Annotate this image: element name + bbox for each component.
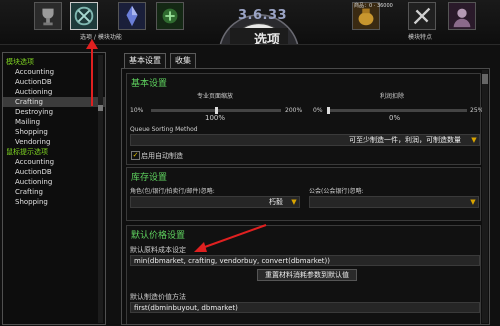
chevron-down-icon[interactable]: ▼	[469, 198, 477, 206]
inventory-settings-section: 库存设置 角色(包/银行/拍卖行/邮件)忽略: 朽毅 ▼ 公会(公会银行)忽略:…	[126, 167, 481, 221]
sidebar-item-crafting[interactable]: Crafting	[3, 97, 105, 107]
profit-value: 0%	[389, 114, 401, 122]
options-module-label: 选项 / 模块功能	[80, 34, 122, 41]
sidebar-item-mailing[interactable]: Mailing	[3, 117, 105, 127]
sidebar-item-auctiondb[interactable]: AuctionDB	[3, 77, 105, 87]
character-ignore-label: 角色(包/银行/拍卖行/邮件)忽略:	[130, 188, 215, 195]
sidebar-item-tooltip-accounting[interactable]: Accounting	[3, 157, 105, 167]
zoom-slider-thumb[interactable]	[214, 107, 218, 114]
profit-deduction-label: 利润扣除	[380, 93, 405, 100]
default-price-title: 默认价格设置	[131, 231, 186, 241]
autocraft-label: 启用自动制造	[141, 152, 183, 160]
guild-ignore-label: 公会(公会银行)忽略:	[309, 188, 364, 195]
profit-min: 0%	[313, 107, 323, 114]
tab-collect[interactable]: 收集	[170, 53, 196, 68]
sidebar-item-shopping[interactable]: Shopping	[3, 127, 105, 137]
portrait-icon[interactable]	[448, 2, 476, 30]
zoom-min: 10%	[130, 107, 144, 114]
craft-value-label: 默认制造价值方法	[130, 293, 186, 301]
queue-sorting-dropdown[interactable]: 可至少制造一件，利润，可制造数量	[130, 134, 480, 146]
material-cost-input[interactable]: min(dbmarket, crafting, vendorbuy, conve…	[130, 255, 480, 266]
material-cost-label: 默认原料成本设定	[130, 246, 186, 254]
basic-settings-section: 基本设置 专业页面缩放 10% 200% 100% 利润扣除 0% 25% 0%…	[126, 73, 483, 165]
sidebar-group-modules[interactable]: 模块选项	[3, 57, 105, 67]
profit-slider[interactable]	[327, 107, 467, 114]
settings-content: 基本设置 专业页面缩放 10% 200% 100% 利润扣除 0% 25% 0%…	[121, 68, 490, 325]
tab-basic-settings[interactable]: 基本设置	[124, 53, 166, 68]
default-price-section: 默认价格设置 默认原料成本设定 min(dbmarket, crafting, …	[126, 225, 481, 324]
sidebar-item-auctioning[interactable]: Auctioning	[3, 87, 105, 97]
queue-sorting-label: Queue Sorting Method	[130, 126, 198, 133]
character-ignore-dropdown[interactable]: 朽毅	[130, 196, 300, 208]
sidebar-item-tooltip-crafting[interactable]: Crafting	[3, 187, 105, 197]
basic-settings-title: 基本设置	[131, 79, 168, 89]
content-scrollbar[interactable]	[482, 70, 488, 323]
sidebar-item-tooltip-shopping[interactable]: Shopping	[3, 197, 105, 207]
version-text: 3.6.33	[238, 8, 288, 23]
sidebar-scrollbar[interactable]	[98, 55, 103, 323]
crystal-icon[interactable]	[118, 2, 146, 30]
green-emblem-icon[interactable]	[156, 2, 184, 30]
material-cost-value: min(dbmarket, crafting, vendorbuy, conve…	[134, 257, 331, 265]
character-ignore-value: 朽毅	[269, 198, 283, 206]
autocraft-checkbox[interactable]: ✓	[131, 151, 140, 160]
trophy-icon[interactable]	[34, 2, 62, 30]
craft-value-value: first(dbminbuyout, dbmarket)	[134, 304, 238, 312]
sidebar-item-accounting[interactable]: Accounting	[3, 67, 105, 77]
sidebar-tree: 模块选项 Accounting AuctionDB Auctioning Cra…	[2, 52, 106, 325]
zoom-label: 专业页面缩放	[197, 93, 234, 100]
sidebar-item-destroying[interactable]: Destroying	[3, 107, 105, 117]
queue-sorting-value: 可至少制造一件，利润，可制造数量	[349, 136, 461, 144]
zoom-max: 200%	[285, 107, 303, 114]
inventory-settings-title: 库存设置	[131, 173, 168, 183]
sidebar-item-vendoring[interactable]: Vendoring	[3, 137, 105, 147]
sidebar-scroll-thumb[interactable]	[98, 105, 103, 111]
profit-slider-thumb[interactable]	[327, 107, 330, 114]
sidebar-item-tooltip-auctioning[interactable]: Auctioning	[3, 177, 105, 187]
gold-text: 商品：0 · 36000	[354, 3, 393, 9]
module-features-label: 模块特点	[408, 34, 433, 41]
content-scroll-thumb[interactable]	[482, 74, 488, 84]
top-icon-bar: 选项 / 模块功能 3.6.33 选项 商品：0 · 36000 模块特点	[0, 0, 500, 48]
zoom-value: 100%	[205, 114, 226, 122]
craft-value-input[interactable]: first(dbminbuyout, dbmarket)	[130, 302, 480, 313]
module-features-icon[interactable]	[408, 2, 436, 30]
chevron-down-icon[interactable]: ▼	[290, 198, 298, 206]
options-module-icon[interactable]	[70, 2, 98, 30]
sidebar-group-tooltips[interactable]: 鼠标提示选项	[3, 147, 105, 157]
reset-material-button[interactable]: 重置材料消耗参数到默认值	[257, 269, 357, 281]
zoom-slider[interactable]	[151, 107, 281, 114]
sidebar-item-tooltip-auctiondb[interactable]: AuctionDB	[3, 167, 105, 177]
guild-ignore-dropdown[interactable]	[309, 196, 479, 208]
chevron-down-icon[interactable]: ▼	[470, 136, 478, 144]
